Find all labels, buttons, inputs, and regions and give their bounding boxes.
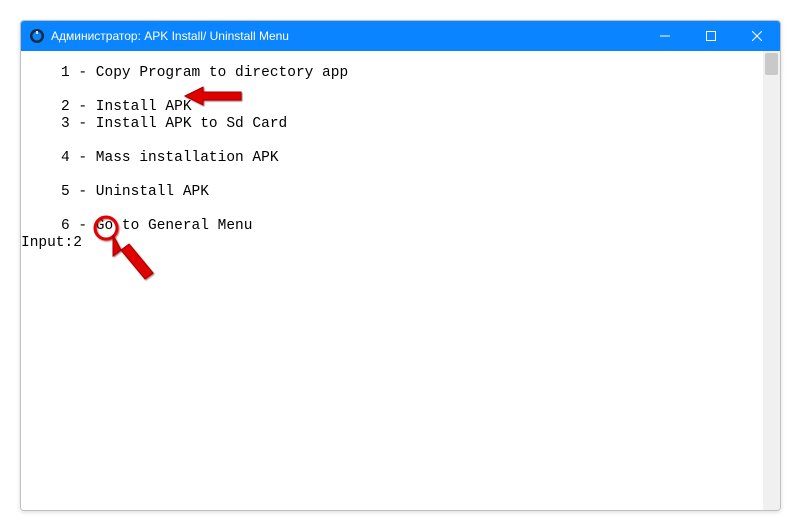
window-title: Администратор: APK Install/ Uninstall Me… xyxy=(51,29,289,43)
window-controls xyxy=(642,21,780,51)
close-button[interactable] xyxy=(734,21,780,51)
menu-item-5: 5 - Uninstall APK xyxy=(21,184,763,201)
maximize-button[interactable] xyxy=(688,21,734,51)
menu-item-1: 1 - Copy Program to directory app xyxy=(21,65,763,82)
menu-item-2: 2 - Install APK xyxy=(21,99,763,116)
menu-item-3: 3 - Install APK to Sd Card xyxy=(21,116,763,133)
console-area: 1 - Copy Program to directory app 2 - In… xyxy=(21,51,780,510)
input-prompt-value[interactable]: 2 xyxy=(73,235,82,251)
titlebar: Администратор: APK Install/ Uninstall Me… xyxy=(21,21,780,51)
scrollbar-thumb[interactable] xyxy=(765,53,778,75)
console-output: 1 - Copy Program to directory app 2 - In… xyxy=(21,51,763,510)
menu-item-6: 6 - Go to General Menu xyxy=(21,218,763,235)
app-window: Администратор: APK Install/ Uninstall Me… xyxy=(20,20,781,511)
menu-item-4: 4 - Mass installation APK xyxy=(21,150,763,167)
minimize-button[interactable] xyxy=(642,21,688,51)
app-icon xyxy=(29,28,45,44)
vertical-scrollbar[interactable] xyxy=(763,51,780,510)
input-prompt-label: Input: xyxy=(21,235,73,251)
